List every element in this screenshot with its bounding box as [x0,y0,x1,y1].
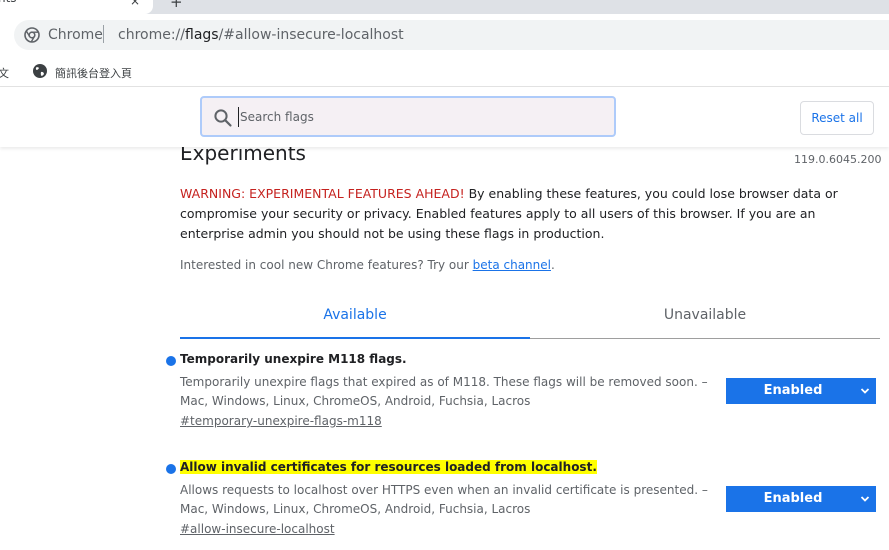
browser-tab[interactable]: nts × [0,0,153,14]
address-bar[interactable]: Chrome chrome://flags/#allow-insecure-lo… [14,20,889,50]
flags-header: Reset all [0,87,889,147]
url-prefix: chrome:// [118,27,185,43]
chevron-down-icon [860,496,870,502]
flag-status-dot [166,464,176,474]
bookmarks-bar: 文 簡訊後台登入頁 [0,58,889,87]
url-text[interactable]: chrome://flags/#allow-insecure-localhost [118,27,404,43]
bookmark-item-partial[interactable]: 文 [0,65,9,81]
search-icon [214,109,232,127]
tab-strip: nts × + [0,0,889,14]
flag-description: Temporarily unexpire flags that expired … [180,375,708,408]
tab-close-icon[interactable]: × [130,0,140,8]
flag-state-value: Enabled [763,491,823,506]
new-tab-icon[interactable]: + [170,0,183,11]
omnibox-divider [103,25,104,43]
beta-channel-link[interactable]: beta channel [473,258,551,272]
tab-unavailable[interactable]: Unavailable [530,300,880,337]
url-host: flags [185,27,219,43]
reset-all-button[interactable]: Reset all [800,101,874,135]
bookmark-item-label[interactable]: 簡訊後台登入頁 [55,65,132,81]
tab-title: nts [0,0,17,5]
flags-tabs: Available Unavailable [180,300,880,339]
tab-available[interactable]: Available [180,300,530,339]
search-input[interactable] [238,107,600,127]
interested-paragraph: Interested in cool new Chrome features? … [180,258,555,272]
flag-state-select[interactable]: Enabled [726,486,876,512]
interested-text: Interested in cool new Chrome features? … [180,258,473,272]
flag-item: Temporarily unexpire M118 flags. Tempora… [164,352,880,442]
flag-state-select[interactable]: Enabled [726,378,876,404]
globe-icon[interactable] [32,63,48,79]
version-label: 119.0.6045.200 [794,153,882,166]
url-rest: /#allow-insecure-localhost [218,27,404,43]
flag-item: Allow invalid certificates for resources… [164,460,880,550]
warning-paragraph: WARNING: EXPERIMENTAL FEATURES AHEAD! By… [180,184,880,244]
flag-description: Allows requests to localhost over HTTPS … [180,483,708,516]
browser-toolbar: Chrome chrome://flags/#allow-insecure-lo… [0,14,889,58]
flag-state-value: Enabled [763,383,823,398]
interested-end: . [550,258,555,272]
flag-name: Allow invalid certificates for resources… [180,460,597,474]
flag-status-dot [166,356,176,366]
chevron-down-icon [860,388,870,394]
flag-name: Temporarily unexpire M118 flags. [180,352,407,366]
chrome-site-icon[interactable] [24,27,40,43]
warning-heading: WARNING: EXPERIMENTAL FEATURES AHEAD! [180,186,465,201]
search-container[interactable] [200,96,616,137]
flag-permalink[interactable]: #allow-insecure-localhost [180,522,335,536]
flag-permalink[interactable]: #temporary-unexpire-flags-m118 [180,414,382,428]
site-label: Chrome [48,27,103,43]
